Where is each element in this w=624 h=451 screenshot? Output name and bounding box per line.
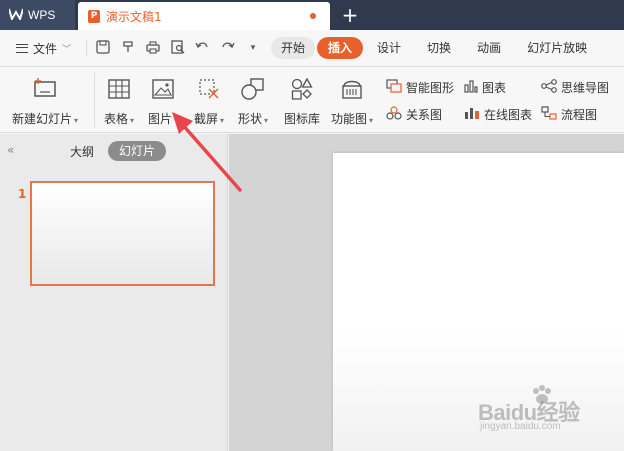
document-tab[interactable]: P 演示文稿1 xyxy=(78,2,330,30)
menu-bar: 文件 ﹀ ▾ 开始 插入 设计 切换 动画 幻灯片放映 xyxy=(0,30,624,67)
wps-logo-icon xyxy=(8,8,24,23)
mind-map-icon xyxy=(541,79,557,96)
insert-ribbon: 新建幻灯片 ▾ 表格 ▾ 图片 ▾ 截屏 ▾ 形状 ▾ 图标库 功能图 ▾ 智能… xyxy=(0,67,624,133)
mind-map-label: 思维导图 xyxy=(561,81,610,95)
tab-animation[interactable]: 动画 xyxy=(465,37,513,59)
hamburger-icon xyxy=(16,43,28,53)
slide-number: 1 xyxy=(18,187,27,201)
save-icon[interactable] xyxy=(95,40,111,56)
relation-chart-icon xyxy=(386,106,402,123)
chart-label: 图表 xyxy=(482,81,507,95)
tab-outline[interactable]: 大纲 xyxy=(70,143,94,160)
shape-label: 形状 xyxy=(238,112,263,126)
dropdown-caret-icon: ▾ xyxy=(74,116,79,125)
document-title: 演示文稿1 xyxy=(106,9,162,24)
wps-home-tab[interactable]: WPS xyxy=(0,0,75,30)
panel-header: « 大纲 幻灯片 xyxy=(0,134,227,168)
undo-icon[interactable] xyxy=(195,40,211,56)
function-chart-label: 功能图 xyxy=(331,112,368,126)
print-preview-icon[interactable] xyxy=(170,40,186,56)
picture-button[interactable]: 图片 ▾ xyxy=(148,77,178,127)
new-slide-button[interactable]: 新建幻灯片 ▾ xyxy=(12,77,78,127)
table-icon xyxy=(107,77,131,104)
smart-art-label: 智能图形 xyxy=(406,81,455,95)
dropdown-caret-icon: ▾ xyxy=(369,116,374,125)
function-chart-icon xyxy=(340,77,364,104)
function-chart-button[interactable]: 功能图 ▾ xyxy=(331,77,373,127)
screenshot-icon xyxy=(197,77,221,104)
dropdown-caret-icon: ▾ xyxy=(174,116,179,125)
collapse-panel-icon[interactable]: « xyxy=(7,143,14,157)
tab-transition[interactable]: 切换 xyxy=(415,37,463,59)
chart-button[interactable]: 图表 xyxy=(464,79,506,96)
screenshot-label: 截屏 xyxy=(194,112,219,126)
ribbon-tabs: 开始 插入 设计 切换 动画 幻灯片放映 xyxy=(271,37,601,59)
dropdown-caret-icon: ▾ xyxy=(220,116,225,125)
file-menu-button[interactable]: 文件 ﹀ xyxy=(0,40,86,57)
slide-thumbnail[interactable] xyxy=(30,181,215,286)
baidu-watermark: Baidu经验 jingyan.baidu.com xyxy=(478,385,618,443)
tab-start[interactable]: 开始 xyxy=(271,37,316,59)
file-menu-label: 文件 xyxy=(33,41,58,56)
mind-map-button[interactable]: 思维导图 xyxy=(541,79,609,96)
customize-toolbar-icon[interactable]: ▾ xyxy=(245,40,261,56)
table-button[interactable]: 表格 ▾ xyxy=(104,77,134,127)
tab-insert[interactable]: 插入 xyxy=(317,37,364,59)
slide-list: 1 xyxy=(0,171,228,451)
dropdown-caret-icon: ▾ xyxy=(130,116,135,125)
online-chart-icon xyxy=(464,106,480,123)
slide-navigation-panel: « 大纲 幻灯片 1 xyxy=(0,134,228,451)
bar-chart-icon xyxy=(464,79,478,96)
screenshot-button[interactable]: 截屏 ▾ xyxy=(194,77,224,127)
ribbon-divider xyxy=(94,73,95,127)
shape-icon xyxy=(240,77,266,104)
picture-icon xyxy=(151,77,175,104)
quick-access-toolbar: ▾ xyxy=(86,39,261,57)
new-tab-button[interactable]: + xyxy=(340,4,360,26)
tab-slides[interactable]: 幻灯片 xyxy=(108,141,166,161)
tab-design[interactable]: 设计 xyxy=(365,37,413,59)
redo-icon[interactable] xyxy=(220,40,236,56)
title-bar: WPS P 演示文稿1 + xyxy=(0,0,624,30)
picture-label: 图片 xyxy=(148,112,173,126)
relation-chart-button[interactable]: 关系图 xyxy=(386,106,442,123)
flowchart-button[interactable]: 流程图 xyxy=(541,106,597,123)
icon-library-label: 图标库 xyxy=(284,112,321,126)
new-slide-icon xyxy=(32,77,58,104)
smart-art-button[interactable]: 智能图形 xyxy=(386,79,454,96)
unsaved-indicator-icon xyxy=(310,13,316,19)
icon-library-button[interactable]: 图标库 xyxy=(284,77,320,127)
presentation-file-icon: P xyxy=(88,9,100,23)
wps-tab-label: WPS xyxy=(28,8,56,22)
shape-button[interactable]: 形状 ▾ xyxy=(238,77,268,127)
table-label: 表格 xyxy=(104,112,129,126)
relation-chart-label: 关系图 xyxy=(406,108,443,122)
watermark-url: jingyan.baidu.com xyxy=(480,421,561,432)
flowchart-icon xyxy=(541,106,557,123)
smart-art-icon xyxy=(386,79,402,96)
icon-library-icon xyxy=(290,77,314,104)
new-slide-label: 新建幻灯片 xyxy=(12,112,73,126)
dropdown-caret-icon: ▾ xyxy=(264,116,269,125)
tab-slideshow[interactable]: 幻灯片放映 xyxy=(515,37,599,59)
format-painter-icon[interactable] xyxy=(120,40,136,56)
online-chart-label: 在线图表 xyxy=(484,108,533,122)
flowchart-label: 流程图 xyxy=(561,108,598,122)
print-icon[interactable] xyxy=(145,40,161,56)
online-chart-button[interactable]: 在线图表 xyxy=(464,106,532,123)
chevron-down-icon: ﹀ xyxy=(62,44,72,55)
